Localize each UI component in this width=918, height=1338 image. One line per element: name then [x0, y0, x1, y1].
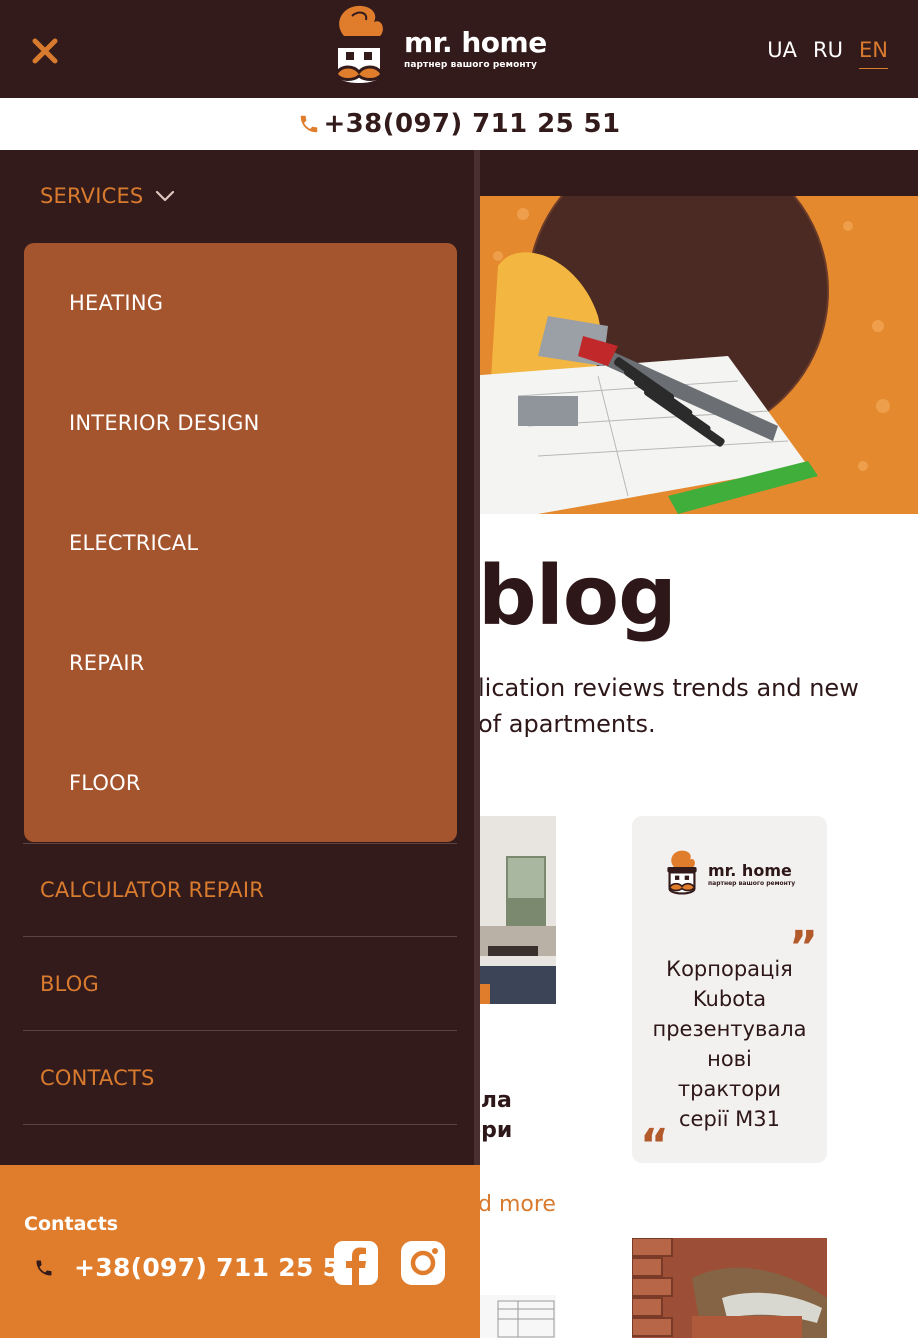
page-top-strip: [478, 150, 918, 196]
submenu-item-repair[interactable]: REPAIR: [69, 651, 145, 675]
menu-item-blog[interactable]: BLOG: [40, 972, 99, 996]
mascot-logo-icon: [667, 850, 697, 895]
contacts-title: Contacts: [24, 1213, 119, 1235]
menu-divider: [23, 843, 457, 844]
menu-divider: [23, 1030, 457, 1031]
card-brand-logo: mr. home партнер вашого ремонту: [662, 848, 795, 900]
instagram-icon: [401, 1241, 445, 1285]
contacts-phone-link[interactable]: +38(097) 711 25 51: [34, 1253, 358, 1282]
menu-services-label: SERVICES: [40, 184, 144, 208]
facebook-icon: [334, 1241, 378, 1285]
blog-card-image[interactable]: [478, 816, 556, 1004]
blog-card[interactable]: mr. home партнер вашого ремонту ” Корпор…: [632, 816, 827, 1171]
brand-tagline: партнер вашого ремонту: [404, 60, 537, 70]
brand-text: mr. home партнер вашого ремонту: [404, 26, 547, 71]
brand-name: mr. home: [404, 26, 547, 59]
phone-bar: +38(097) 711 25 51: [0, 98, 918, 150]
blog-card-image-2[interactable]: [478, 1295, 556, 1338]
menu-item-calculator-repair[interactable]: CALCULATOR REPAIR: [40, 878, 264, 902]
lang-ru[interactable]: RU: [813, 36, 843, 69]
side-menu-edge: [474, 150, 480, 1166]
page-title-fragment: blog: [478, 549, 677, 644]
blog-card-title: Корпорація Kubota презентувала нові трак…: [652, 957, 807, 1131]
menu-divider: [23, 936, 457, 937]
phone-icon: [300, 115, 317, 133]
card-brand-name: mr. home: [708, 860, 792, 880]
card-brand-tagline: партнер вашого ремонту: [708, 879, 796, 887]
hero-tools-illustration: [478, 196, 918, 514]
mascot-logo-icon: [323, 5, 395, 92]
close-menu-button[interactable]: [30, 36, 60, 66]
contacts-phone-number: +38(097) 711 25 51: [74, 1253, 359, 1282]
lang-ua[interactable]: UA: [767, 36, 797, 69]
phone-icon: [36, 1260, 52, 1275]
contacts-panel: Contacts +38(097) 711 25 51: [0, 1165, 480, 1338]
menu-divider: [23, 1124, 457, 1125]
close-icon: [32, 38, 58, 64]
services-submenu: HEATING INTERIOR DESIGN ELECTRICAL REPAI…: [24, 243, 457, 842]
header-phone-link[interactable]: +38(097) 711 25 51: [324, 109, 621, 139]
submenu-item-electrical[interactable]: ELECTRICAL: [69, 531, 198, 555]
page-description-fragment: lication reviews trends and new of apart…: [478, 674, 859, 738]
hero-image: [478, 196, 918, 514]
chevron-down-icon: [156, 190, 175, 202]
quote-open-icon: “: [640, 1120, 669, 1171]
submenu-item-heating[interactable]: HEATING: [69, 291, 163, 315]
language-switcher: UA RU EN: [767, 36, 888, 69]
read-more-link[interactable]: d more: [478, 1192, 556, 1217]
submenu-item-interior-design[interactable]: INTERIOR DESIGN: [69, 411, 260, 435]
brand-logo[interactable]: mr. home партнер вашого ремонту: [322, 2, 547, 96]
menu-item-services[interactable]: SERVICES: [40, 184, 175, 208]
lang-en[interactable]: EN: [859, 36, 888, 69]
menu-item-contacts[interactable]: CONTACTS: [40, 1066, 155, 1090]
instagram-link[interactable]: [400, 1240, 446, 1286]
facebook-link[interactable]: [333, 1240, 379, 1286]
blog-card-image-3[interactable]: [632, 1238, 827, 1338]
top-header: mr. home партнер вашого ремонту UA RU EN: [0, 0, 918, 98]
submenu-item-floor[interactable]: FLOOR: [69, 771, 141, 795]
